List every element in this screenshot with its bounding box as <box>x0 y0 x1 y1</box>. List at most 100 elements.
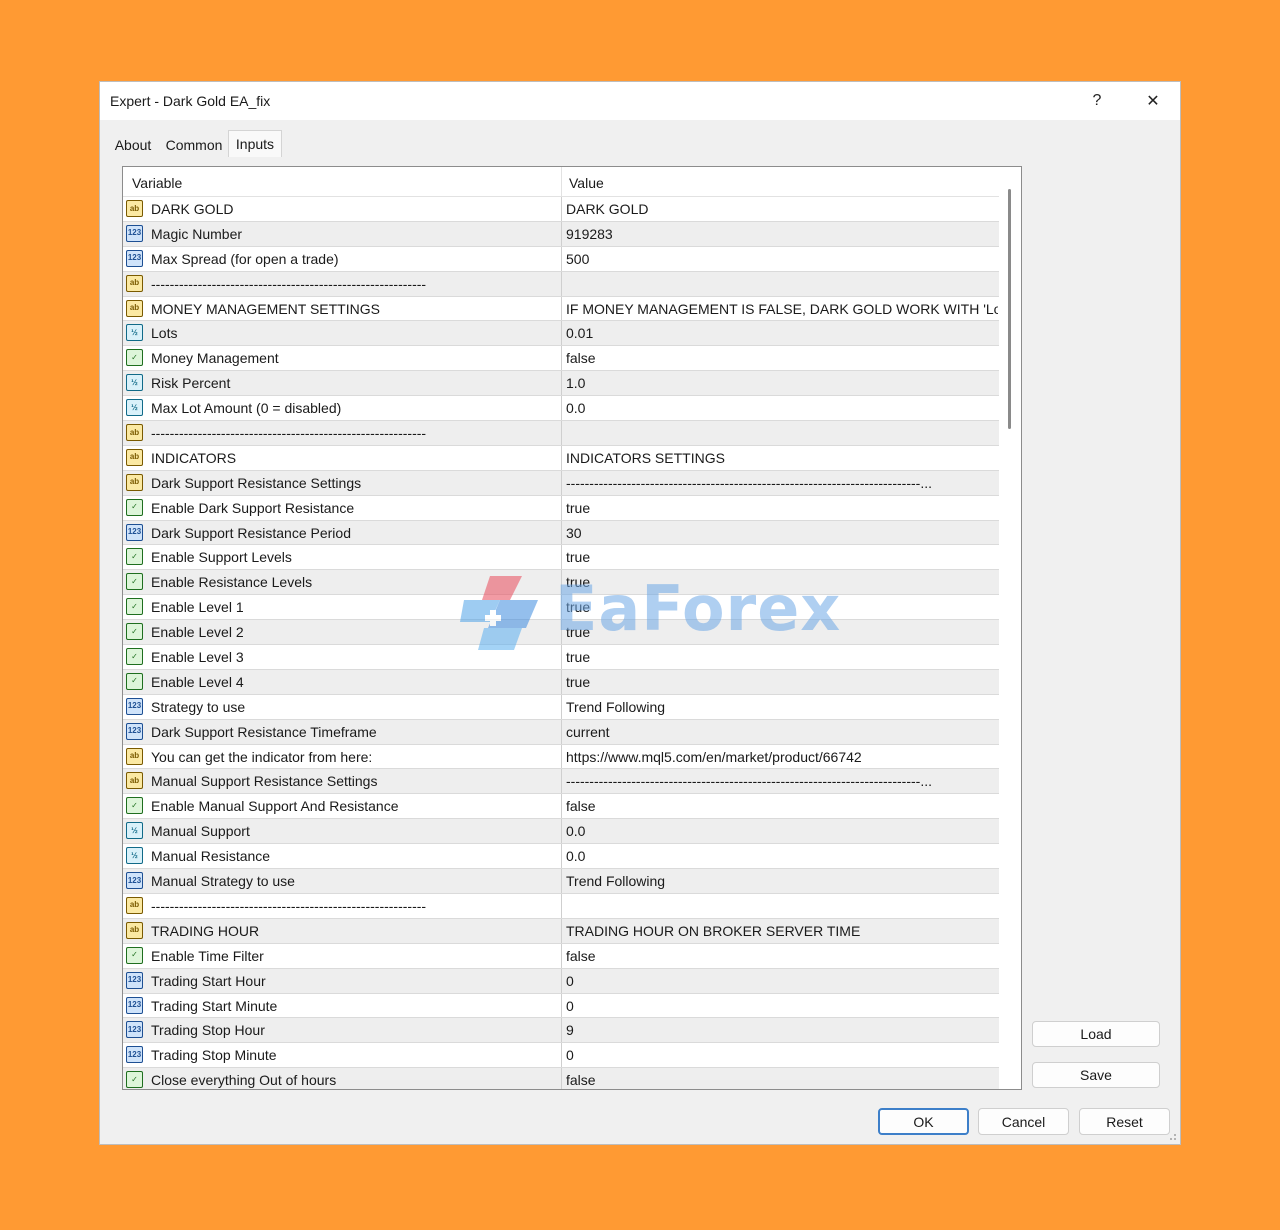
table-row[interactable]: ab Dark Support Resistance Settings ------… <box>123 470 999 496</box>
table-row[interactable]: 123 Strategy to use Trend Following <box>123 694 999 720</box>
table-row[interactable]: ✓ Close everything Out of hours false <box>123 1068 999 1089</box>
column-divider <box>561 794 562 819</box>
table-row[interactable]: ½ Lots 0.01 <box>123 321 999 347</box>
table-row[interactable]: ½ Manual Resistance 0.0 <box>123 844 999 870</box>
value-cell[interactable]: 0.0 <box>566 823 585 839</box>
table-row[interactable]: ab You can get the indicator from here: ht… <box>123 744 999 770</box>
table-row[interactable]: ✓ Enable Time Filter false <box>123 943 999 969</box>
table-row[interactable]: ✓ Enable Level 3 true <box>123 645 999 670</box>
value-cell[interactable]: true <box>566 674 590 690</box>
value-cell[interactable]: true <box>566 549 590 565</box>
variable-name-cell: Trading Start Minute <box>151 997 278 1014</box>
resize-grip-icon[interactable] <box>1167 1131 1177 1141</box>
table-row[interactable]: 123 Dark Support Resistance Timeframe curr… <box>123 719 999 745</box>
vertical-scrollbar[interactable] <box>999 167 1021 1089</box>
table-row[interactable]: ✓ Enable Level 2 true <box>123 620 999 646</box>
string-type-icon: ab <box>126 473 143 491</box>
bool-type-icon: ✓ <box>126 797 143 815</box>
grid-rows: ab DARK GOLD DARK GOLD 123 Magic Number 91928… <box>123 197 999 1089</box>
value-cell[interactable]: true <box>566 649 590 665</box>
table-row[interactable]: 123 Dark Support Resistance Period 30 <box>123 520 999 546</box>
integer-type-icon: 123 <box>126 996 143 1014</box>
value-cell[interactable]: 500 <box>566 251 589 267</box>
value-cell[interactable]: TRADING HOUR ON BROKER SERVER TIME <box>566 923 860 939</box>
column-divider <box>561 371 562 396</box>
reset-button[interactable]: Reset <box>1079 1108 1170 1135</box>
table-row[interactable]: ab Manual Support Resistance Settings ----… <box>123 769 999 795</box>
table-row[interactable]: 123 Trading Stop Hour 9 <box>123 1018 999 1044</box>
string-type-icon: ab <box>126 896 143 914</box>
table-row[interactable]: ✓ Enable Manual Support And Resistance fal… <box>123 794 999 820</box>
column-divider <box>561 545 562 570</box>
table-row[interactable]: ✓ Enable Support Levels true <box>123 545 999 571</box>
table-row[interactable]: 123 Manual Strategy to use Trend Following <box>123 869 999 894</box>
table-row[interactable]: 123 Max Spread (for open a trade) 500 <box>123 246 999 272</box>
double-type-icon: ½ <box>126 822 143 840</box>
string-type-icon: ab <box>126 200 143 217</box>
save-button[interactable]: Save <box>1032 1062 1160 1088</box>
value-cell[interactable]: true <box>566 599 590 615</box>
table-row[interactable]: 123 Trading Start Minute 0 <box>123 993 999 1019</box>
value-cell[interactable]: 30 <box>566 525 582 541</box>
table-row[interactable]: ✓ Money Management false <box>123 346 999 372</box>
table-row[interactable]: 123 Magic Number 919283 <box>123 221 999 247</box>
table-row[interactable]: 123 Trading Start Hour 0 <box>123 968 999 994</box>
value-cell[interactable]: 0.0 <box>566 848 585 864</box>
column-header-variable[interactable]: Variable <box>132 175 182 191</box>
table-row[interactable]: ab INDICATORS INDICATORS SETTINGS <box>123 445 999 471</box>
value-cell[interactable]: ----------------------------------------… <box>566 773 932 789</box>
scrollbar-thumb[interactable] <box>1008 189 1011 429</box>
table-row[interactable]: ab MONEY MANAGEMENT SETTINGS IF MONEY MANA… <box>123 296 999 322</box>
value-cell[interactable]: https://www.mql5.com/en/market/product/6… <box>566 749 862 765</box>
value-cell[interactable]: DARK GOLD <box>566 201 648 217</box>
header-divider[interactable] <box>561 167 562 197</box>
cancel-button[interactable]: Cancel <box>978 1108 1069 1135</box>
value-cell[interactable]: 0 <box>566 1047 574 1063</box>
load-button[interactable]: Load <box>1032 1021 1160 1047</box>
tab-about[interactable]: About <box>110 134 156 156</box>
table-row[interactable]: ✓ Enable Resistance Levels true <box>123 570 999 596</box>
table-row[interactable]: ab --------------------------------------… <box>123 271 999 297</box>
value-cell[interactable]: false <box>566 1072 596 1088</box>
string-type-icon: ab <box>126 424 143 442</box>
value-cell[interactable]: 0.0 <box>566 400 585 416</box>
value-cell[interactable]: 9 <box>566 1022 574 1038</box>
table-row[interactable]: ab --------------------------------------… <box>123 893 999 919</box>
value-cell[interactable]: Trend Following <box>566 873 665 889</box>
table-row[interactable]: ✓ Enable Level 1 true <box>123 595 999 621</box>
table-row[interactable]: ✓ Enable Dark Support Resistance true <box>123 495 999 521</box>
value-cell[interactable]: 0 <box>566 973 574 989</box>
integer-type-icon: 123 <box>126 1046 143 1064</box>
value-cell[interactable]: false <box>566 350 596 366</box>
table-row[interactable]: ✓ Enable Level 4 true <box>123 669 999 695</box>
table-row[interactable]: ab --------------------------------------… <box>123 421 999 446</box>
table-row[interactable]: 123 Trading Stop Minute 0 <box>123 1043 999 1069</box>
ok-button[interactable]: OK <box>878 1108 969 1135</box>
value-cell[interactable]: false <box>566 798 596 814</box>
value-cell[interactable]: Trend Following <box>566 699 665 715</box>
value-cell[interactable]: ----------------------------------------… <box>566 475 932 491</box>
value-cell[interactable]: 919283 <box>566 226 613 242</box>
value-cell[interactable]: IF MONEY MANAGEMENT IS FALSE, DARK GOLD … <box>566 301 998 317</box>
value-cell[interactable]: 0 <box>566 998 574 1014</box>
table-row[interactable]: ab DARK GOLD DARK GOLD <box>123 197 999 222</box>
value-cell[interactable]: 0.01 <box>566 325 593 341</box>
table-row[interactable]: ½ Manual Support 0.0 <box>123 819 999 845</box>
tab-common[interactable]: Common <box>164 134 224 156</box>
variable-name-cell: Enable Level 4 <box>151 673 244 690</box>
tab-inputs[interactable]: Inputs <box>228 130 282 157</box>
value-cell[interactable]: INDICATORS SETTINGS <box>566 450 725 466</box>
value-cell[interactable]: false <box>566 948 596 964</box>
column-header-value[interactable]: Value <box>569 175 604 191</box>
value-cell[interactable]: 1.0 <box>566 375 585 391</box>
value-cell[interactable]: true <box>566 500 590 516</box>
table-row[interactable]: ½ Risk Percent 1.0 <box>123 371 999 397</box>
value-cell[interactable]: true <box>566 624 590 640</box>
value-cell[interactable]: true <box>566 574 590 590</box>
value-cell[interactable]: current <box>566 724 610 740</box>
table-row[interactable]: ab TRADING HOUR TRADING HOUR ON BROKER SER… <box>123 918 999 944</box>
close-button[interactable]: ✕ <box>1130 82 1176 120</box>
table-row[interactable]: ½ Max Lot Amount (0 = disabled) 0.0 <box>123 396 999 422</box>
help-button[interactable]: ? <box>1074 82 1120 120</box>
variable-name-cell: Risk Percent <box>151 375 231 392</box>
